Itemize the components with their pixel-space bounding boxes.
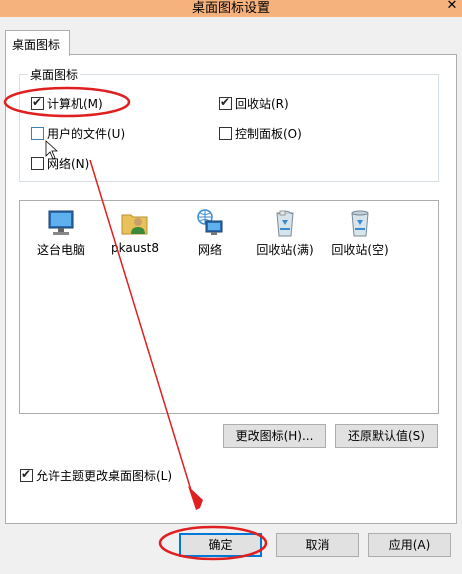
ok-button[interactable]: 确定 xyxy=(179,533,262,557)
user-files-checkbox-label[interactable]: 用户的文件(U) xyxy=(47,125,125,142)
recycle-bin-checkbox-label[interactable]: 回收站(R) xyxy=(235,95,289,112)
restore-default-button[interactable]: 还原默认值(S) xyxy=(335,424,438,448)
recycle-bin-full-icon xyxy=(276,210,294,237)
icon-item-recycle-bin-full[interactable]: 回收站(满) xyxy=(250,207,320,258)
icon-item-user-folder[interactable]: pkaust8 xyxy=(100,207,170,255)
tab-label: 桌面图标 xyxy=(12,38,61,52)
network-icon xyxy=(197,209,223,235)
user-files-checkbox[interactable] xyxy=(31,127,44,140)
icon-list[interactable]: 这台电脑 pkaust8 网络 回收站(满) 回收站(空) xyxy=(19,200,439,414)
icon-label: 回收站(空) xyxy=(331,243,389,257)
apply-button[interactable]: 应用(A) xyxy=(368,533,451,557)
cancel-button[interactable]: 取消 xyxy=(276,533,359,557)
icon-label: 网络 xyxy=(197,243,222,257)
icon-item-network[interactable]: 网络 xyxy=(175,207,245,258)
user-folder-icon xyxy=(121,214,148,235)
title-bar: 桌面图标设置 ✕ xyxy=(0,0,462,17)
icon-label: 回收站(满) xyxy=(256,243,314,257)
tab-desktop-icons[interactable]: 桌面图标 xyxy=(5,30,70,56)
icon-item-recycle-bin-empty[interactable]: 回收站(空) xyxy=(325,207,395,258)
computer-icon xyxy=(48,210,74,235)
recycle-bin-empty-icon xyxy=(351,210,369,237)
computer-checkbox-label[interactable]: 计算机(M) xyxy=(47,95,103,112)
icon-label: pkaust8 xyxy=(111,241,159,255)
icon-label: 这台电脑 xyxy=(36,243,85,257)
computer-checkbox[interactable] xyxy=(31,95,44,110)
control-panel-checkbox[interactable] xyxy=(219,127,232,140)
icon-item-this-pc[interactable]: 这台电脑 xyxy=(26,207,96,258)
recycle-bin-checkbox[interactable] xyxy=(219,95,232,110)
theme-change-checkbox-label[interactable]: 允许主题更改桌面图标(L) xyxy=(36,467,172,484)
network-checkbox[interactable] xyxy=(31,157,44,170)
theme-change-checkbox[interactable] xyxy=(20,467,33,482)
network-checkbox-label[interactable]: 网络(N) xyxy=(47,155,89,172)
control-panel-checkbox-label[interactable]: 控制面板(O) xyxy=(235,125,302,142)
change-icon-button[interactable]: 更改图标(H)... xyxy=(223,424,326,448)
window-title: 桌面图标设置 xyxy=(191,1,270,16)
close-icon[interactable]: ✕ xyxy=(444,0,460,14)
group-legend: 桌面图标 xyxy=(28,66,81,83)
